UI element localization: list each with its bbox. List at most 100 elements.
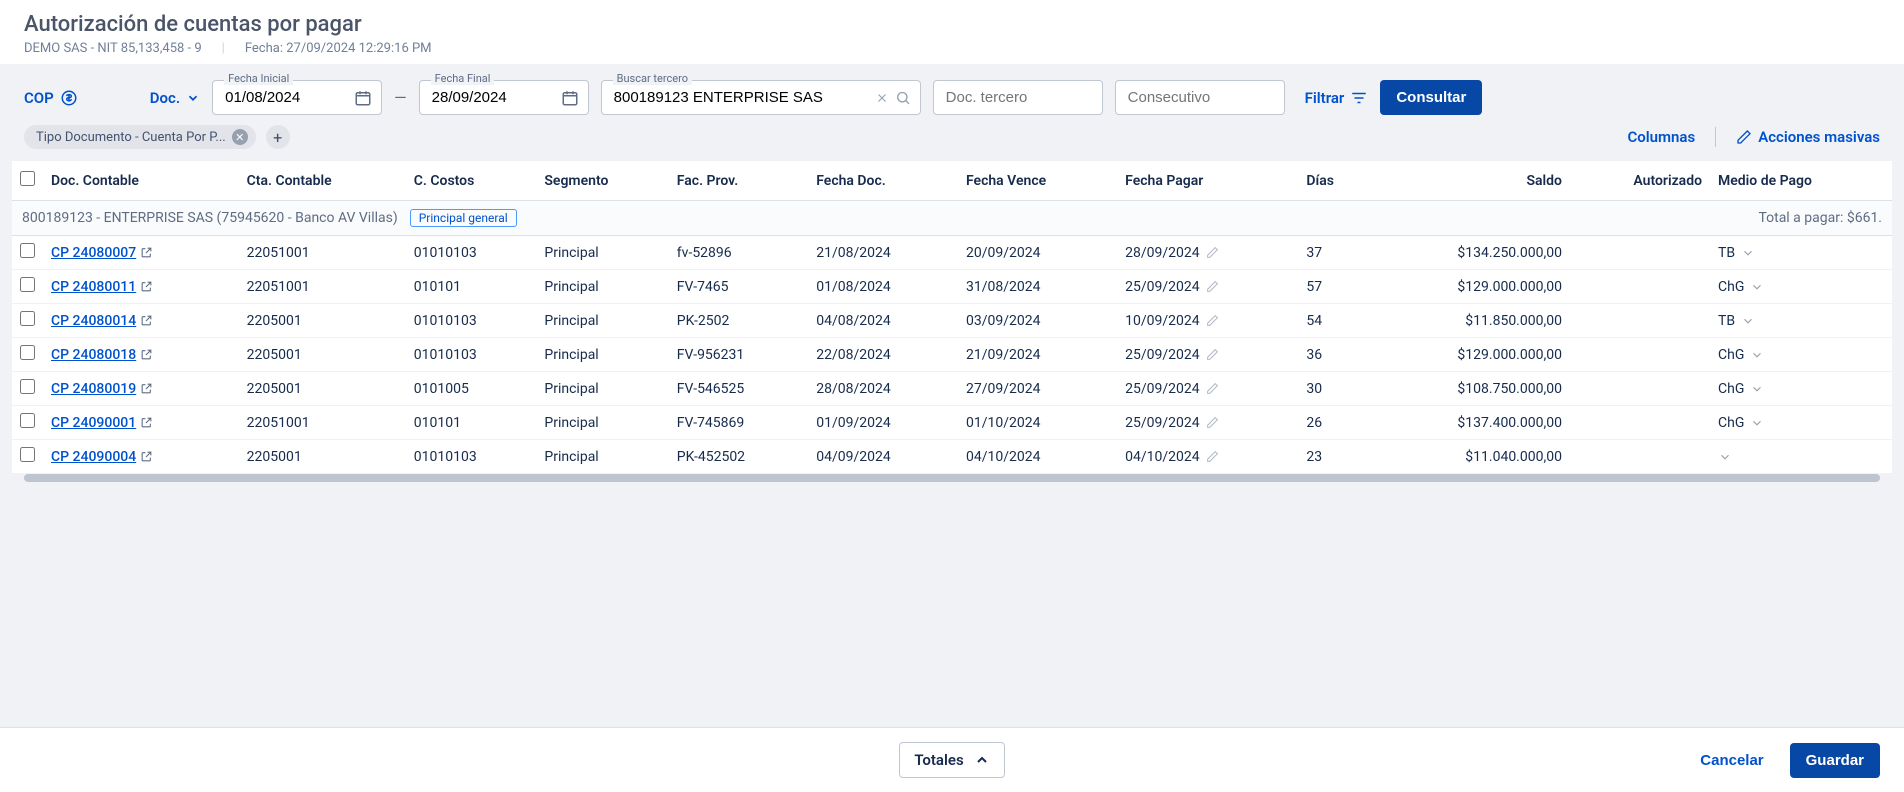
- guardar-button[interactable]: Guardar: [1790, 743, 1880, 778]
- row-checkbox[interactable]: [20, 379, 35, 394]
- totales-label: Totales: [914, 751, 963, 769]
- col-autorizado[interactable]: Autorizado: [1570, 161, 1710, 201]
- cell-fac: FV-546525: [669, 372, 808, 406]
- cell-medio[interactable]: ChG: [1710, 338, 1892, 372]
- company-label: DEMO SAS - NIT 85,133,458 - 9: [24, 41, 202, 56]
- edit-date-icon[interactable]: [1206, 381, 1219, 397]
- edit-date-icon[interactable]: [1206, 347, 1219, 363]
- cell-medio[interactable]: [1710, 440, 1892, 474]
- consultar-button[interactable]: Consultar: [1380, 80, 1482, 115]
- col-medio-pago[interactable]: Medio de Pago: [1710, 161, 1892, 201]
- cell-fdoc: 28/08/2024: [808, 372, 958, 406]
- external-link-icon[interactable]: [140, 449, 153, 465]
- row-checkbox[interactable]: [20, 243, 35, 258]
- col-c-costos[interactable]: C. Costos: [406, 161, 537, 201]
- edit-date-icon[interactable]: [1206, 279, 1219, 295]
- row-checkbox[interactable]: [20, 345, 35, 360]
- page-title: Autorización de cuentas por pagar: [24, 12, 1880, 37]
- doc-link[interactable]: CP 24090001: [51, 415, 136, 431]
- cell-cc: 01010103: [406, 236, 537, 270]
- cell-cta: 2205001: [239, 372, 406, 406]
- cell-medio[interactable]: TB: [1710, 304, 1892, 338]
- group-tercero: 800189123 - ENTERPRISE SAS (75945620 - B…: [22, 210, 398, 226]
- add-filter-button[interactable]: +: [266, 125, 290, 149]
- doc-link[interactable]: CP 24080018: [51, 347, 136, 363]
- external-link-icon[interactable]: [140, 245, 153, 261]
- fecha-final-input[interactable]: [419, 80, 589, 115]
- cell-seg: Principal: [536, 270, 668, 304]
- col-fac-prov[interactable]: Fac. Prov.: [669, 161, 808, 201]
- clear-icon[interactable]: [875, 90, 889, 106]
- cancelar-button[interactable]: Cancelar: [1688, 743, 1775, 778]
- edit-date-icon[interactable]: [1206, 449, 1219, 465]
- external-link-icon[interactable]: [140, 347, 153, 363]
- external-link-icon[interactable]: [140, 381, 153, 397]
- doc-link[interactable]: CP 24090004: [51, 449, 136, 465]
- fecha-inicial-input[interactable]: [212, 80, 382, 115]
- cell-fpag: 25/09/2024: [1117, 338, 1298, 372]
- filter-icon: [1350, 89, 1368, 107]
- totales-toggle[interactable]: Totales: [899, 742, 1004, 778]
- doc-link[interactable]: CP 24080014: [51, 313, 136, 329]
- row-checkbox[interactable]: [20, 277, 35, 292]
- doc-link[interactable]: CP 24080011: [51, 279, 136, 295]
- chevron-up-icon: [974, 752, 990, 768]
- table-container: Doc. Contable Cta. Contable C. Costos Se…: [0, 161, 1904, 482]
- cell-saldo: $129.000.000,00: [1370, 338, 1570, 372]
- col-cta-contable[interactable]: Cta. Contable: [239, 161, 406, 201]
- columnas-button[interactable]: Columnas: [1627, 128, 1695, 146]
- col-fecha-pagar[interactable]: Fecha Pagar: [1117, 161, 1298, 201]
- doc-type-dropdown[interactable]: Doc.: [150, 89, 200, 107]
- cell-fpag: 04/10/2024: [1117, 440, 1298, 474]
- group-badge: Principal general: [410, 209, 517, 227]
- col-dias[interactable]: Días: [1298, 161, 1370, 201]
- cell-seg: Principal: [536, 338, 668, 372]
- acciones-masivas-button[interactable]: Acciones masivas: [1736, 128, 1880, 146]
- cell-saldo: $11.850.000,00: [1370, 304, 1570, 338]
- cell-fdoc: 22/08/2024: [808, 338, 958, 372]
- col-fecha-doc[interactable]: Fecha Doc.: [808, 161, 958, 201]
- filtrar-button[interactable]: Filtrar: [1305, 89, 1369, 107]
- chevron-down-icon: [1750, 279, 1764, 295]
- col-fecha-vence[interactable]: Fecha Vence: [958, 161, 1117, 201]
- chip-remove-icon[interactable]: ✕: [232, 129, 248, 145]
- consecutivo-input[interactable]: [1115, 80, 1285, 115]
- cell-autorizado: [1570, 270, 1710, 304]
- col-segmento[interactable]: Segmento: [536, 161, 668, 201]
- horizontal-scrollbar[interactable]: [24, 474, 1880, 482]
- cell-seg: Principal: [536, 372, 668, 406]
- filter-chip[interactable]: Tipo Documento - Cuenta Por P... ✕: [24, 125, 256, 149]
- col-saldo[interactable]: Saldo: [1370, 161, 1570, 201]
- currency-selector[interactable]: COP: [24, 89, 78, 107]
- divider: [1715, 127, 1716, 147]
- cell-seg: Principal: [536, 406, 668, 440]
- select-all-checkbox[interactable]: [20, 171, 35, 186]
- chevron-down-icon: [1750, 381, 1764, 397]
- search-icon[interactable]: [895, 89, 911, 105]
- buscar-tercero-input[interactable]: [601, 80, 921, 115]
- cell-saldo: $11.040.000,00: [1370, 440, 1570, 474]
- col-doc-contable[interactable]: Doc. Contable: [43, 161, 239, 201]
- fecha-inicial-wrap: Fecha Inicial: [212, 80, 382, 115]
- cell-cc: 01010103: [406, 440, 537, 474]
- doc-tercero-input[interactable]: [933, 80, 1103, 115]
- row-checkbox[interactable]: [20, 447, 35, 462]
- edit-date-icon[interactable]: [1206, 245, 1219, 261]
- row-checkbox[interactable]: [20, 311, 35, 326]
- cell-fpag: 28/09/2024: [1117, 236, 1298, 270]
- external-link-icon[interactable]: [140, 415, 153, 431]
- cell-medio[interactable]: ChG: [1710, 270, 1892, 304]
- cell-medio[interactable]: ChG: [1710, 406, 1892, 440]
- doc-link[interactable]: CP 24080019: [51, 381, 136, 397]
- currency-icon: [60, 89, 78, 107]
- external-link-icon[interactable]: [140, 279, 153, 295]
- cell-medio[interactable]: ChG: [1710, 372, 1892, 406]
- datetime-label: Fecha: 27/09/2024 12:29:16 PM: [245, 41, 432, 56]
- edit-date-icon[interactable]: [1206, 415, 1219, 431]
- cell-medio[interactable]: TB: [1710, 236, 1892, 270]
- cell-fven: 21/09/2024: [958, 338, 1117, 372]
- external-link-icon[interactable]: [140, 313, 153, 329]
- row-checkbox[interactable]: [20, 413, 35, 428]
- doc-link[interactable]: CP 24080007: [51, 245, 136, 261]
- edit-date-icon[interactable]: [1206, 313, 1219, 329]
